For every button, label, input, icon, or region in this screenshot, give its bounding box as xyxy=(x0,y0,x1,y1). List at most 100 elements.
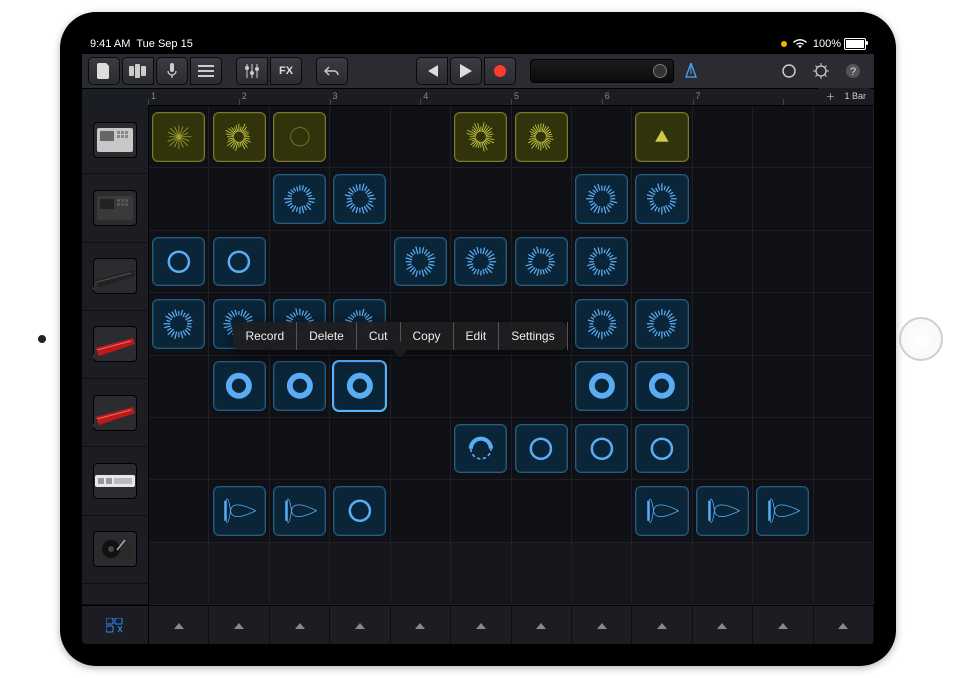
grid-cell[interactable] xyxy=(451,356,511,418)
grid-cell[interactable] xyxy=(391,356,451,418)
play-button[interactable] xyxy=(450,57,482,85)
master-volume-display[interactable] xyxy=(530,59,674,83)
my-songs-button[interactable] xyxy=(88,57,120,85)
grid-cell[interactable] xyxy=(572,293,632,355)
context-edit-button[interactable]: Edit xyxy=(454,322,500,350)
track-header-keys-2[interactable] xyxy=(82,311,148,379)
grid-cell[interactable] xyxy=(693,106,753,168)
column-trigger[interactable] xyxy=(814,606,874,644)
grid-cell[interactable] xyxy=(632,480,692,542)
grid-cell[interactable] xyxy=(572,543,632,605)
loop-clip[interactable] xyxy=(273,486,326,536)
loop-browser-button[interactable] xyxy=(774,58,804,84)
grid-cell[interactable] xyxy=(270,106,330,168)
loop-clip[interactable] xyxy=(575,299,628,349)
grid-cell[interactable] xyxy=(270,231,330,293)
loop-clip[interactable] xyxy=(515,237,568,287)
loop-clip[interactable] xyxy=(273,174,326,224)
grid-cell[interactable] xyxy=(209,480,269,542)
metronome-button[interactable] xyxy=(676,58,706,84)
loop-clip[interactable] xyxy=(635,112,688,162)
column-trigger[interactable] xyxy=(572,606,632,644)
grid-cell[interactable] xyxy=(814,480,874,542)
track-header-drum-machine-2[interactable] xyxy=(82,174,148,242)
timeline-ruler[interactable]: 1234567 ＋ 1 Bar xyxy=(148,89,874,106)
loop-clip[interactable] xyxy=(454,424,507,474)
grid-cell[interactable] xyxy=(451,106,511,168)
fx-button[interactable]: FX xyxy=(270,57,302,85)
context-delete-button[interactable]: Delete xyxy=(297,322,357,350)
loop-clip[interactable] xyxy=(756,486,809,536)
grid-cell[interactable] xyxy=(753,293,813,355)
grid-cell[interactable] xyxy=(512,418,572,480)
grid-cell[interactable] xyxy=(330,231,390,293)
browser-button[interactable] xyxy=(122,57,154,85)
context-settings-button[interactable]: Settings xyxy=(499,322,567,350)
column-trigger[interactable] xyxy=(391,606,451,644)
grid-cell[interactable] xyxy=(814,168,874,230)
grid-cell[interactable] xyxy=(209,168,269,230)
bar-length-label[interactable]: 1 Bar xyxy=(844,91,866,101)
loop-clip[interactable] xyxy=(454,112,507,162)
grid-cell[interactable] xyxy=(753,231,813,293)
column-trigger[interactable] xyxy=(270,606,330,644)
grid-cell[interactable] xyxy=(209,356,269,418)
grid-cell[interactable] xyxy=(632,231,692,293)
grid-cell[interactable] xyxy=(572,106,632,168)
track-header-synth[interactable] xyxy=(82,447,148,515)
grid-cell[interactable] xyxy=(330,356,390,418)
grid-cell[interactable] xyxy=(572,168,632,230)
go-to-start-button[interactable] xyxy=(416,57,448,85)
grid-cell[interactable] xyxy=(149,293,209,355)
loop-clip[interactable] xyxy=(273,112,326,162)
grid-cell[interactable] xyxy=(814,106,874,168)
grid-cell[interactable] xyxy=(391,168,451,230)
column-trigger[interactable] xyxy=(149,606,209,644)
grid-cell[interactable] xyxy=(572,480,632,542)
grid-cell[interactable] xyxy=(512,168,572,230)
grid-cell[interactable] xyxy=(512,480,572,542)
record-button[interactable] xyxy=(484,57,516,85)
microphone-button[interactable] xyxy=(156,57,188,85)
loop-clip[interactable] xyxy=(333,174,386,224)
settings-button[interactable] xyxy=(806,58,836,84)
grid-cell[interactable] xyxy=(512,106,572,168)
mixer-button[interactable] xyxy=(236,57,268,85)
column-trigger[interactable] xyxy=(330,606,390,644)
grid-cell[interactable] xyxy=(270,418,330,480)
column-trigger[interactable] xyxy=(451,606,511,644)
loop-clip[interactable] xyxy=(515,112,568,162)
column-trigger[interactable] xyxy=(693,606,753,644)
grid-cell[interactable] xyxy=(451,231,511,293)
loop-clip[interactable] xyxy=(515,424,568,474)
grid-cell[interactable] xyxy=(391,231,451,293)
loop-clip[interactable] xyxy=(394,237,447,287)
grid-cell[interactable] xyxy=(632,168,692,230)
grid-cell[interactable] xyxy=(753,106,813,168)
grid-cell[interactable] xyxy=(209,106,269,168)
grid-cell[interactable] xyxy=(632,293,692,355)
loop-clip[interactable] xyxy=(333,361,386,411)
grid-cell[interactable] xyxy=(814,231,874,293)
grid-cell[interactable] xyxy=(753,418,813,480)
grid-cell[interactable] xyxy=(753,168,813,230)
grid-cell[interactable] xyxy=(632,106,692,168)
grid-cell[interactable] xyxy=(512,356,572,418)
loop-clip[interactable] xyxy=(575,424,628,474)
grid-cell[interactable] xyxy=(753,543,813,605)
grid-cell[interactable] xyxy=(814,293,874,355)
column-trigger[interactable] xyxy=(632,606,692,644)
context-record-button[interactable]: Record xyxy=(233,322,297,350)
grid-cell[interactable] xyxy=(632,418,692,480)
context-copy-button[interactable]: Copy xyxy=(401,322,454,350)
grid-cell[interactable] xyxy=(572,356,632,418)
grid-cell[interactable] xyxy=(693,418,753,480)
loop-clip[interactable] xyxy=(635,424,688,474)
grid-cell[interactable] xyxy=(330,168,390,230)
home-button[interactable] xyxy=(899,317,943,361)
grid-cell[interactable] xyxy=(693,356,753,418)
loop-clip[interactable] xyxy=(635,299,688,349)
grid-cell[interactable] xyxy=(451,168,511,230)
grid-cell[interactable] xyxy=(814,418,874,480)
grid-cell[interactable] xyxy=(693,231,753,293)
